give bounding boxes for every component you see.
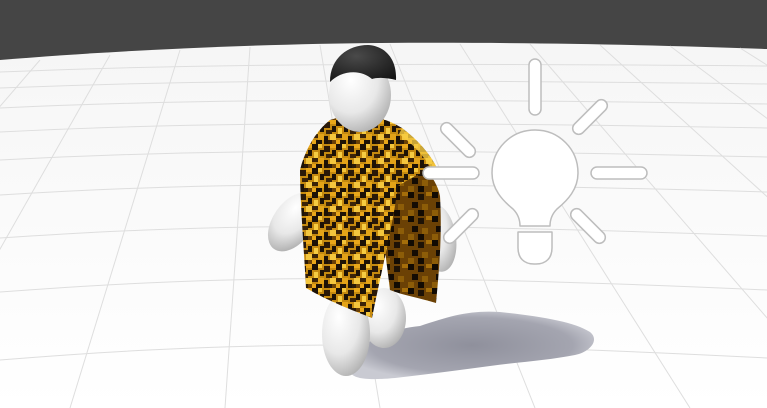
- light-bulb-base: [517, 231, 553, 265]
- scene-viewport[interactable]: [0, 0, 767, 408]
- scene-canvas[interactable]: [0, 0, 767, 408]
